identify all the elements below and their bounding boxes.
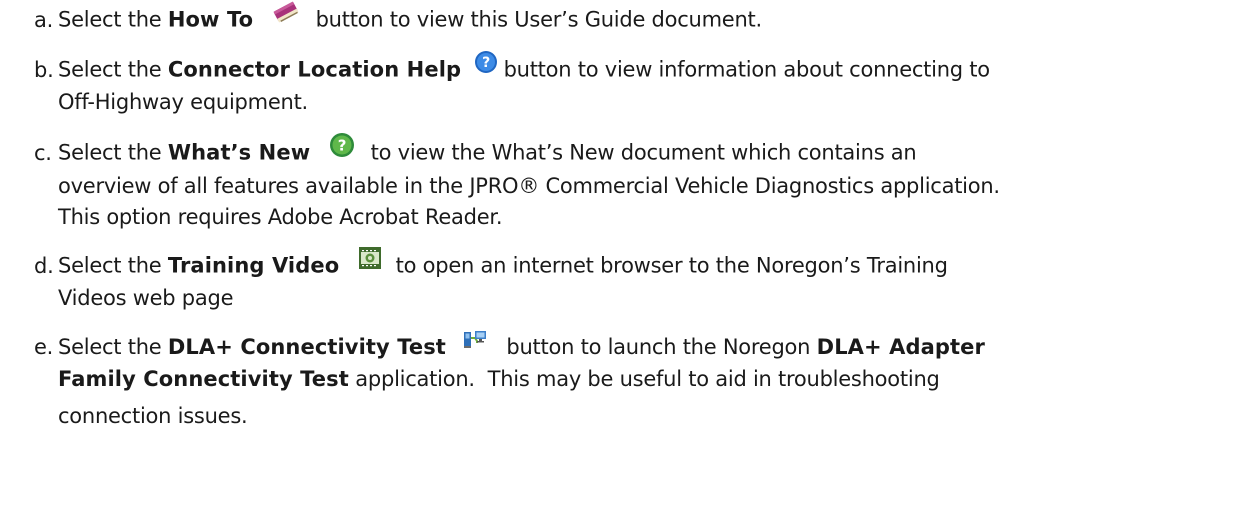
svg-text:?: ? [337, 137, 345, 155]
text: to open an internet browser to the Noreg… [395, 253, 948, 278]
list-marker: d. [34, 253, 54, 278]
list-item-training-video: d. Select the Training Video to open an … [34, 247, 1224, 314]
bold-term-connector-location-help: Connector Location Help [167, 57, 462, 82]
text: Off-Highway equipment. [58, 90, 308, 114]
text: button to launch the Noregon [506, 335, 817, 359]
bold-term-dla-connectivity-test: DLA+ Connectivity Test [167, 335, 446, 359]
list-marker: b. [34, 57, 54, 82]
text: Select the [58, 7, 168, 32]
text: Select the [58, 335, 168, 359]
list-item-whats-new: c. Select the What’s New ? to view the Wh… [34, 133, 1224, 233]
film-icon [358, 246, 382, 279]
text: button to view information about connect… [503, 57, 991, 82]
text: button to view this User’s Guide documen… [315, 7, 763, 32]
list-item-connector-location-help: b. Select the Connector Location Help ? b… [34, 51, 1224, 118]
svg-text:?: ? [482, 55, 490, 71]
text: Select the [58, 57, 168, 82]
document-page: a. Select the How To button to view this … [0, 0, 1250, 514]
text: Videos web page [58, 286, 234, 310]
list-marker: a. [34, 7, 54, 32]
book-icon [272, 0, 300, 33]
list-marker: c. [34, 140, 52, 165]
text: application. This may be useful to aid i… [348, 366, 940, 391]
text: to view the What’s New document which co… [370, 140, 917, 165]
bold-term-dla-adapter: DLA+ Adapter [816, 335, 985, 359]
text: This option requires Adobe Acrobat Reade… [58, 205, 503, 229]
text: overview of all features available in th… [58, 174, 1000, 198]
list-item-how-to: a. Select the How To button to view this … [34, 1, 1224, 37]
bold-term-family-connectivity-test: Family Connectivity Test [58, 366, 349, 391]
help-circle-icon: ? [474, 50, 498, 83]
whats-new-icon: ? [329, 132, 355, 167]
bold-term-training-video: Training Video [167, 253, 340, 278]
text: connection issues. [58, 403, 248, 428]
text: Select the [58, 140, 168, 165]
bold-term-how-to: How To [167, 7, 254, 32]
bold-term-whats-new: What’s New [167, 140, 311, 165]
text: Select the [58, 253, 168, 278]
list-item-dla-connectivity-test: e. Select the DLA+ Connectivity Test butt… [34, 329, 1224, 432]
connectivity-icon [462, 329, 488, 360]
list-marker: e. [34, 335, 54, 359]
